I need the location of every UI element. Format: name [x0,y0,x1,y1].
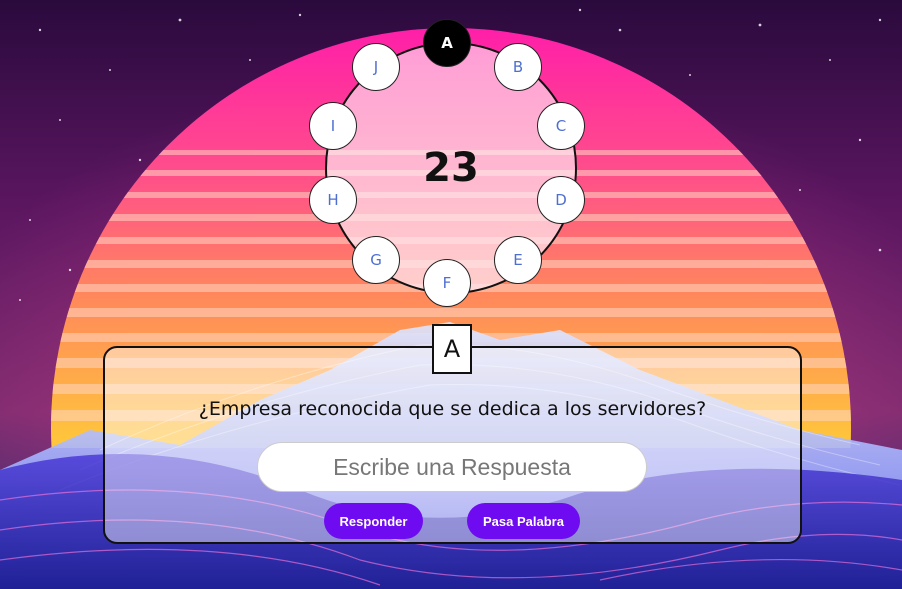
letter-e[interactable]: E [494,236,542,284]
letter-c[interactable]: C [537,102,585,150]
letter-j[interactable]: J [352,43,400,91]
question-text: ¿Empresa reconocida que se dedica a los … [198,398,707,420]
answer-input[interactable] [257,442,647,492]
letter-f[interactable]: F [423,259,471,307]
respond-button[interactable]: Responder [324,503,423,539]
time-counter: 23 [423,145,479,191]
letter-g[interactable]: G [352,236,400,284]
letter-d[interactable]: D [537,176,585,224]
letter-h[interactable]: H [309,176,357,224]
current-letter-badge: A [432,324,472,374]
letter-b[interactable]: B [494,43,542,91]
letter-a[interactable]: A [423,19,471,67]
letter-i[interactable]: I [309,102,357,150]
pass-word-button[interactable]: Pasa Palabra [467,503,580,539]
